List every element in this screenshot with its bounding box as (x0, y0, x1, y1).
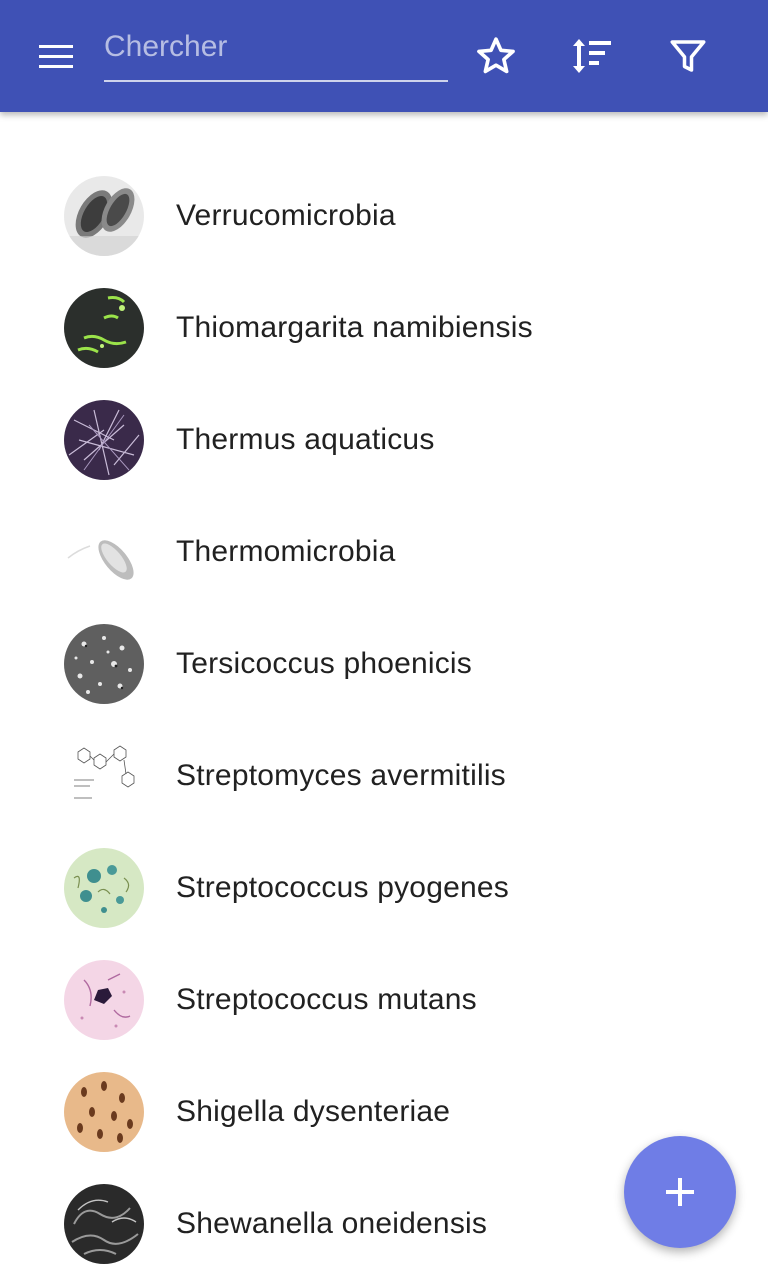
list-item-label: Streptococcus pyogenes (176, 871, 509, 904)
list-item-label: Thiomargarita namibiensis (176, 311, 533, 344)
menu-button[interactable] (20, 20, 92, 92)
menu-icon (39, 45, 73, 68)
list-item-label: Thermomicrobia (176, 535, 396, 568)
list-item-label: Tersicoccus phoenicis (176, 647, 472, 680)
list-item[interactable]: Thermus aquaticus (0, 384, 768, 496)
list-item[interactable]: Thermomicrobia (0, 496, 768, 608)
star-icon (477, 37, 515, 74)
sort-button[interactable] (556, 20, 628, 92)
list-item[interactable]: Verrucomicrobia (0, 160, 768, 272)
list-item-label: Streptomyces avermitilis (176, 759, 506, 792)
species-thumbnail (64, 400, 144, 480)
filter-icon (670, 40, 706, 72)
list-item[interactable]: Streptomyces avermitilis (0, 720, 768, 832)
species-thumbnail (64, 1184, 144, 1264)
app-bar (0, 0, 768, 112)
list-item[interactable]: Streptococcus mutans (0, 944, 768, 1056)
species-thumbnail (64, 848, 144, 928)
list-item-label: Streptococcus mutans (176, 983, 477, 1016)
species-thumbnail (64, 960, 144, 1040)
sort-icon (573, 39, 611, 73)
search-field (104, 18, 448, 82)
species-thumbnail (64, 624, 144, 704)
species-thumbnail (64, 288, 144, 368)
list-item-label: Shewanella oneidensis (176, 1207, 488, 1240)
favorites-button[interactable] (460, 20, 532, 92)
species-list: Verrucomicrobia Thiomargarita namibiensi… (0, 160, 768, 1280)
add-button[interactable] (624, 1136, 736, 1248)
species-thumbnail (64, 1072, 144, 1152)
list-item-label: Shigella dysenteriae (176, 1095, 451, 1128)
species-thumbnail (64, 176, 144, 256)
filter-button[interactable] (652, 20, 724, 92)
list-item-label: Thermus aquaticus (176, 423, 435, 456)
species-thumbnail (64, 512, 144, 592)
list-item[interactable]: Thiomargarita namibiensis (0, 272, 768, 384)
list-item-label: Verrucomicrobia (176, 199, 396, 232)
species-thumbnail (64, 736, 144, 816)
list-item[interactable]: Streptococcus pyogenes (0, 832, 768, 944)
plus-icon (666, 1178, 694, 1206)
search-input[interactable] (104, 18, 448, 76)
list-item[interactable]: Tersicoccus phoenicis (0, 608, 768, 720)
